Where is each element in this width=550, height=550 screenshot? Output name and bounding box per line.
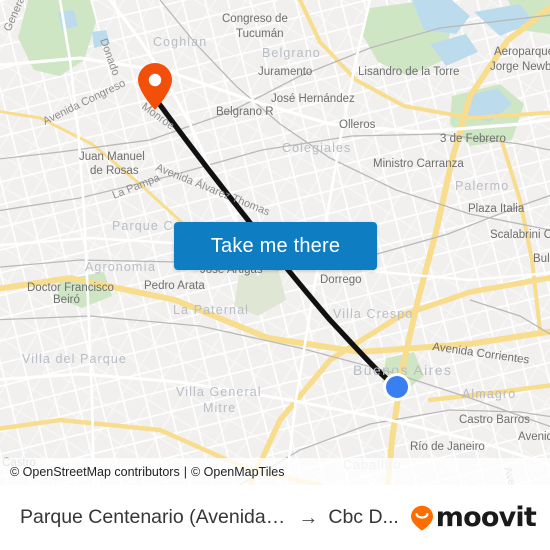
map-attribution: © OpenStreetMap contributors | © OpenMap…	[0, 458, 550, 485]
map-label: de Rosas	[90, 165, 139, 177]
map-label: Villa General	[176, 385, 262, 399]
map-label: Parque C	[112, 219, 174, 233]
map-label: Río de Janeiro	[410, 441, 485, 453]
take-me-there-button[interactable]: Take me there	[174, 222, 377, 270]
map-label: Villa del Parque	[22, 352, 127, 366]
map-label: Mitre	[203, 401, 236, 415]
route-footer: Parque Centenario (Avenida Marechal Y A.…	[0, 485, 550, 550]
map-label: Dorrego	[320, 274, 362, 286]
map-label: Scalabrini Ortiz	[490, 229, 550, 241]
map-label: José Hernández	[271, 93, 355, 105]
route-title: Parque Centenario (Avenida Marechal Y A.…	[20, 506, 399, 529]
map-label: Coghlan	[153, 35, 207, 49]
route-origin-label: Parque Centenario (Avenida Marechal Y A.…	[20, 506, 288, 528]
map-label: Jorge Newbery	[490, 61, 550, 73]
attribution-separator: |	[183, 464, 187, 479]
map-label: Bulnes	[533, 253, 550, 265]
map-label: Juramento	[258, 66, 312, 78]
map-canvas[interactable]: General Paz Coghlan Congreso de Tucumán Belg…	[0, 0, 550, 485]
map-label: Olleros	[339, 119, 376, 131]
map-label: Pedro Arata	[144, 280, 205, 292]
attribution-openmaptiles[interactable]: © OpenMapTiles	[191, 465, 285, 479]
map-label: Colegiales	[282, 141, 351, 155]
map-label: Ministro Carranza	[373, 158, 464, 170]
arrow-right-icon: →	[298, 506, 319, 529]
map-label: Congreso de	[222, 13, 288, 25]
map-label: Belgrano R	[216, 106, 274, 118]
map-label: Agronomía	[85, 260, 156, 274]
destination-dot-icon[interactable]	[380, 370, 414, 404]
map-label: Beiró	[53, 294, 80, 306]
map-label: Tucumán	[236, 28, 284, 40]
map-label: Aeroparque	[494, 46, 550, 58]
map-label: Plaza Italia	[468, 203, 525, 215]
map-label: Avenida	[518, 431, 550, 443]
map-label: Belgrano	[262, 46, 321, 60]
map-label: Juan Manuel	[79, 151, 145, 163]
moovit-map-screen: General Paz Coghlan Congreso de Tucumán Belg…	[0, 0, 550, 550]
map-label: Palermo	[455, 179, 509, 193]
map-label: 3 de Febrero	[440, 133, 506, 145]
map-label: Castro Barros	[459, 414, 530, 426]
moovit-pin-icon	[410, 505, 433, 531]
map-label: Lisandro de la Torre	[358, 66, 459, 78]
map-label: Villa Crespo	[333, 307, 413, 321]
moovit-wordmark: moovit	[435, 502, 537, 533]
attribution-osm[interactable]: © OpenStreetMap contributors	[10, 465, 180, 479]
route-destination-label: Cbc D...	[328, 506, 399, 528]
map-label: Doctor Francisco	[27, 282, 114, 294]
map-label: La Paternal	[173, 303, 249, 317]
map-label: Almagro	[462, 387, 516, 401]
moovit-logo[interactable]: moovit	[409, 502, 537, 533]
origin-pin-icon[interactable]	[136, 62, 174, 112]
